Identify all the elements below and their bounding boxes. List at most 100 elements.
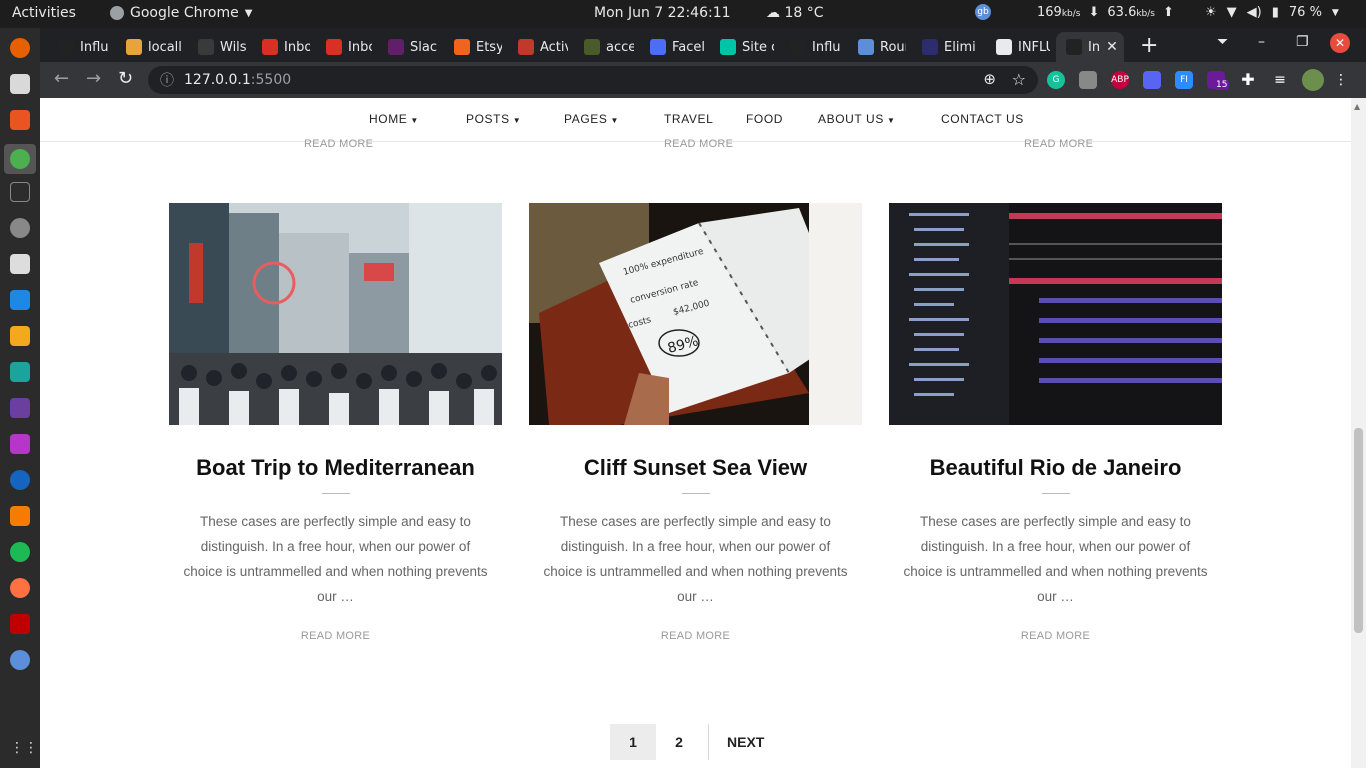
terminal-icon[interactable] xyxy=(10,182,30,202)
browser-tab[interactable]: Etsy xyxy=(444,32,502,62)
sublime-icon[interactable] xyxy=(10,326,30,346)
browser-tab[interactable]: Wilso xyxy=(188,32,246,62)
webstorm-icon[interactable] xyxy=(10,362,30,382)
tab-label: Activ xyxy=(540,39,568,55)
chrome-icon[interactable] xyxy=(10,149,30,169)
nav-about-us[interactable]: ABOUT US ▼ xyxy=(818,112,895,126)
browser-tab[interactable]: Inbox xyxy=(252,32,310,62)
nav-travel[interactable]: TRAVEL xyxy=(664,112,713,126)
browser-tab[interactable]: Site c xyxy=(710,32,774,62)
back-button[interactable]: ← xyxy=(54,68,69,89)
profile-avatar[interactable] xyxy=(1302,69,1324,91)
browser-tab[interactable]: Influ xyxy=(780,32,842,62)
scrollbar-thumb[interactable] xyxy=(1354,428,1363,633)
nav-contact-us[interactable]: CONTACT US xyxy=(941,112,1024,126)
browser-tab[interactable]: Activ xyxy=(508,32,568,62)
post-image-notebook[interactable]: 100% expenditure conversion rate costs $… xyxy=(529,203,862,425)
browser-tab[interactable]: INFLU xyxy=(986,32,1050,62)
prev-read-more-link[interactable]: READ MORE xyxy=(1024,138,1093,150)
post-title[interactable]: Beautiful Rio de Janeiro xyxy=(889,455,1222,481)
show-apps-icon[interactable]: ⋮⋮ xyxy=(10,740,38,760)
nav-pages[interactable]: PAGES ▼ xyxy=(564,112,619,126)
read-more-link[interactable]: READ MORE xyxy=(301,630,370,642)
read-more-link[interactable]: READ MORE xyxy=(1021,630,1090,642)
intellij-icon[interactable] xyxy=(10,398,30,418)
close-tab-icon[interactable]: ✕ xyxy=(1106,39,1118,55)
clock[interactable]: Mon Jun 7 22:46:11 xyxy=(594,5,731,21)
extension-icon[interactable] xyxy=(1079,71,1097,89)
browser-tab[interactable]: Inbox xyxy=(316,32,372,62)
firefox-icon[interactable] xyxy=(10,38,30,58)
system-menu[interactable]: ☀ ▼ ◀) ▮ 76 % ▼ xyxy=(1205,5,1339,20)
url-host: 127.0.0.1 xyxy=(184,72,251,88)
software-center-icon[interactable] xyxy=(10,110,30,130)
adblock-plus-icon[interactable]: ABP xyxy=(1111,71,1129,89)
tab-label: Influ xyxy=(812,39,841,55)
address-bar[interactable]: ⓘ 127.0.0.1:5500 ⊕ ☆ xyxy=(148,66,1038,94)
zoom-icon[interactable]: ⊕ xyxy=(983,70,996,88)
gb-app-icon[interactable] xyxy=(10,650,30,670)
video-extension-icon[interactable] xyxy=(1143,71,1161,89)
post-card: Beautiful Rio de Janeiro These cases are… xyxy=(889,203,1222,643)
post-title[interactable]: Boat Trip to Mediterranean xyxy=(169,455,502,481)
prev-read-more-link[interactable]: READ MORE xyxy=(304,138,373,150)
nav-home[interactable]: HOME ▼ xyxy=(369,112,419,126)
page-scrollbar[interactable]: ▲ xyxy=(1351,98,1366,768)
thunderbird-icon[interactable] xyxy=(10,470,30,490)
site-navigation: HOME ▼ POSTS ▼ PAGES ▼ TRAVEL FOOD ABOUT US… xyxy=(40,98,1351,142)
minimize-button[interactable]: – xyxy=(1258,34,1265,50)
vscode-icon[interactable] xyxy=(10,290,30,310)
reload-button[interactable]: ↻ xyxy=(118,68,133,89)
settings-icon[interactable] xyxy=(10,218,30,238)
upload-speed: 63.6kb/s xyxy=(1107,4,1155,20)
extensions-puzzle-icon[interactable]: ✚ xyxy=(1239,71,1257,89)
grammarly-icon[interactable]: G xyxy=(1047,71,1065,89)
activities-button[interactable]: Activities xyxy=(12,5,76,21)
browser-tab[interactable]: acce xyxy=(574,32,634,62)
scroll-up-icon[interactable]: ▲ xyxy=(1354,102,1360,111)
temperature: 18 °C xyxy=(784,5,824,21)
browser-tab[interactable]: Rour xyxy=(848,32,906,62)
weather-indicator[interactable]: ☁ 18 °C xyxy=(766,5,824,21)
fi-extension-icon[interactable]: FI xyxy=(1175,71,1193,89)
system-top-bar: Activities Google Chrome ▼ Mon Jun 7 22:… xyxy=(0,0,1366,28)
nav-posts[interactable]: POSTS ▼ xyxy=(466,112,521,126)
vlc-icon[interactable] xyxy=(10,506,30,526)
tab-label: Etsy xyxy=(476,39,502,55)
next-page-button[interactable]: NEXT xyxy=(715,724,778,760)
post-image-city-crowd[interactable] xyxy=(169,203,502,425)
postman-icon[interactable] xyxy=(10,578,30,598)
tab-search-icon[interactable]: ⏷ xyxy=(1217,34,1228,50)
bookmark-star-icon[interactable]: ☆ xyxy=(1012,70,1026,89)
browser-tab[interactable]: locall xyxy=(116,32,182,62)
site-info-icon[interactable]: ⓘ xyxy=(160,70,174,90)
browser-tab[interactable]: In ✕ xyxy=(1056,32,1124,62)
browser-tab[interactable]: Facel xyxy=(640,32,704,62)
browser-tab[interactable]: Influ xyxy=(48,32,110,62)
nav-food[interactable]: FOOD xyxy=(746,112,783,126)
page-1-button[interactable]: 1 xyxy=(610,724,656,760)
files-icon[interactable] xyxy=(10,74,30,94)
prev-read-more-link[interactable]: READ MORE xyxy=(664,138,733,150)
screenshot-icon[interactable] xyxy=(10,254,30,274)
network-speed-indicator[interactable]: gb 169kb/s ⬇ 63.6kb/s ⬆ xyxy=(975,4,1174,20)
post-title[interactable]: Cliff Sunset Sea View xyxy=(529,455,862,481)
new-tab-button[interactable]: + xyxy=(1140,33,1158,58)
post-image-editor-screen[interactable] xyxy=(889,203,1222,425)
reading-list-icon[interactable]: ≡ xyxy=(1271,71,1289,89)
filezilla-icon[interactable] xyxy=(10,614,30,634)
forward-button[interactable]: → xyxy=(86,68,101,89)
app-menu[interactable]: Google Chrome ▼ xyxy=(110,5,252,21)
browser-tab[interactable]: Slack xyxy=(378,32,438,62)
spotify-icon[interactable] xyxy=(10,542,30,562)
tab-favicon-icon xyxy=(790,39,806,55)
chrome-app-icon xyxy=(110,6,124,20)
maximize-button[interactable]: ❐ xyxy=(1296,34,1309,50)
phpstorm-icon[interactable] xyxy=(10,434,30,454)
chrome-menu-icon[interactable]: ⋮ xyxy=(1332,71,1350,89)
pagination-divider xyxy=(708,724,709,760)
page-2-button[interactable]: 2 xyxy=(656,724,702,760)
close-window-button[interactable]: ✕ xyxy=(1330,33,1350,53)
browser-tab[interactable]: Elimi xyxy=(912,32,980,62)
read-more-link[interactable]: READ MORE xyxy=(661,630,730,642)
